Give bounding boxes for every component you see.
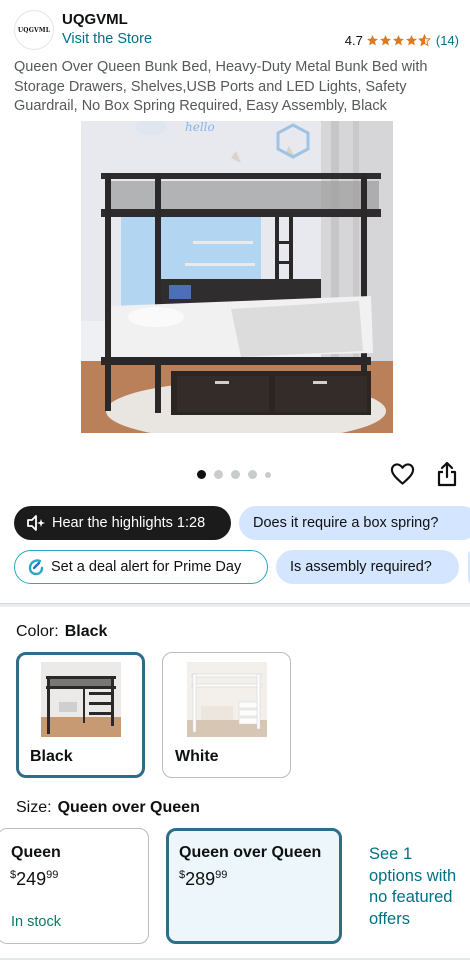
star-half-icon <box>417 34 431 47</box>
color-swatch-name: White <box>175 748 219 765</box>
svg-text:hello: hello <box>185 121 215 134</box>
hear-highlights-button[interactable]: Hear the highlights 1:28 <box>14 506 231 540</box>
size-option-queen-over-queen[interactable]: Queen over Queen $289 99 <box>166 828 342 944</box>
question-chip-box-spring[interactable]: Does it require a box spring? <box>239 506 470 540</box>
star-icon <box>392 35 404 46</box>
question-chip-assembly[interactable]: Is assembly required? <box>276 550 459 584</box>
store-header: UQGVML UQGVML Visit the Store 4.7 (14) <box>0 0 470 56</box>
speaker-sparkle-icon <box>27 515 45 531</box>
size-option-name: Queen <box>11 844 61 861</box>
size-option-name: Queen over Queen <box>179 844 322 861</box>
carousel-dot[interactable] <box>265 471 271 478</box>
heart-icon[interactable] <box>390 462 415 486</box>
color-swatch-name: Black <box>30 748 73 765</box>
store-logo[interactable]: UQGVML <box>14 10 54 50</box>
rating-count: (14) <box>435 33 459 48</box>
stock-status: In stock <box>11 914 61 930</box>
color-label-text: Color: <box>16 623 59 640</box>
price: $249 99 <box>10 869 58 890</box>
deal-alert-label: Set a deal alert for Prime Day <box>51 559 242 575</box>
price-whole: 289 <box>185 869 216 889</box>
color-label: Color: Black <box>16 623 107 641</box>
carousel-dot[interactable] <box>197 470 206 479</box>
store-name[interactable]: UQGVML <box>62 11 128 28</box>
carousel-dot[interactable] <box>248 470 257 479</box>
price-fraction: 99 <box>215 869 228 881</box>
size-option-queen[interactable]: Queen $249 99 In stock <box>0 828 149 944</box>
see-options-link[interactable]: See 1 options with no featured offers <box>369 844 469 930</box>
color-swatch-white[interactable]: White <box>162 652 291 778</box>
size-selected-value: Queen over Queen <box>57 799 200 816</box>
size-label-text: Size: <box>16 799 52 816</box>
star-icon <box>405 35 417 46</box>
section-divider <box>0 603 470 607</box>
share-icon[interactable] <box>436 461 458 487</box>
carousel-dot[interactable] <box>231 470 240 479</box>
deal-alert-icon <box>28 559 44 576</box>
black-bed-thumbnail <box>41 662 121 737</box>
price-whole: 249 <box>16 869 47 889</box>
question-chip-label: Does it require a box spring? <box>253 515 439 531</box>
hear-highlights-label: Hear the highlights 1:28 <box>52 515 206 531</box>
star-rating <box>366 34 431 47</box>
product-title[interactable]: Queen Over Queen Bunk Bed, Heavy-Duty Me… <box>14 58 459 117</box>
carousel-dot[interactable] <box>214 470 223 479</box>
star-icon <box>379 35 391 46</box>
price: $289 99 <box>179 869 227 890</box>
star-icon <box>366 35 378 46</box>
price-fraction: 99 <box>46 869 59 881</box>
color-selected-value: Black <box>64 623 108 640</box>
size-label: Size: Queen over Queen <box>16 799 200 817</box>
rating-summary[interactable]: 4.7 (14) <box>345 33 459 48</box>
product-image[interactable]: hello <box>81 121 393 433</box>
white-bed-thumbnail <box>187 662 267 737</box>
visit-store-link[interactable]: Visit the Store <box>62 31 152 47</box>
color-swatch-black[interactable]: Black <box>16 652 145 778</box>
rating-value: 4.7 <box>344 33 363 48</box>
question-chip-label: Is assembly required? <box>290 559 432 575</box>
deal-alert-button[interactable]: Set a deal alert for Prime Day <box>14 550 268 584</box>
image-carousel-dots[interactable] <box>197 470 271 479</box>
